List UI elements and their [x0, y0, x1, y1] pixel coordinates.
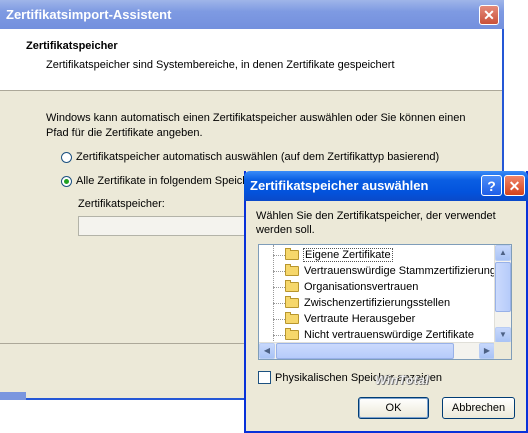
tree-item[interactable]: Organisationsvertrauen: [259, 279, 497, 295]
scroll-up-icon[interactable]: ▲: [495, 245, 511, 261]
close-icon: ✕: [508, 178, 521, 194]
tree-item-label: Organisationsvertrauen: [304, 281, 419, 293]
wizard-title: Zertifikatsimport-Assistent: [6, 7, 172, 22]
folder-icon: [285, 248, 299, 260]
tree-item-label: Vertraute Herausgeber: [304, 313, 416, 325]
radio-auto-select[interactable]: Zertifikatspeicher automatisch auswählen…: [61, 149, 439, 165]
scroll-thumb-horizontal[interactable]: [276, 343, 454, 359]
scroll-left-icon[interactable]: ◀: [259, 343, 275, 359]
store-label: Zertifikatspeicher:: [78, 198, 165, 210]
folder-icon: [285, 312, 299, 324]
wizard-header: Zertifikatspeicher Zertifikatspeicher si…: [0, 29, 502, 91]
store-select-dialog: Zertifikatspeicher auswählen ? ✕ Wählen …: [244, 171, 528, 433]
tree-item[interactable]: Vertrauenswürdige Stammzertifizierungss: [259, 263, 507, 279]
scroll-thumb[interactable]: [495, 262, 511, 312]
radio-button[interactable]: [61, 151, 72, 163]
tree-connector: [273, 335, 285, 336]
scroll-right-icon[interactable]: ▶: [479, 343, 495, 359]
dialog-close-button[interactable]: ✕: [504, 175, 525, 196]
help-icon: ?: [487, 178, 496, 194]
dialog-title-bar[interactable]: Zertifikatspeicher auswählen ? ✕: [244, 171, 528, 201]
window-edge: [0, 392, 26, 400]
tree-item[interactable]: Vertraute Herausgeber: [259, 311, 497, 327]
ok-button[interactable]: OK: [358, 397, 429, 419]
show-physical-checkbox[interactable]: [258, 371, 271, 384]
wizard-close-button[interactable]: ✕: [479, 5, 499, 25]
page-title: Zertifikatspeicher: [26, 40, 118, 52]
tree-item[interactable]: Eigene Zertifikate: [259, 247, 497, 263]
watermark: WinTotal: [375, 373, 430, 387]
close-icon: ✕: [483, 7, 495, 23]
help-button[interactable]: ?: [481, 175, 502, 196]
tree-connector: [273, 319, 285, 320]
store-tree[interactable]: Eigene Zertifikate Vertrauenswürdige Stam…: [258, 244, 512, 360]
horizontal-scrollbar[interactable]: ◀ ▶: [259, 342, 495, 359]
tree-item-label: Nicht vertrauenswürdige Zertifikate: [304, 329, 474, 341]
wizard-title-bar[interactable]: Zertifikatsimport-Assistent ✕: [0, 0, 504, 29]
tree-item[interactable]: Zwischenzertifizierungsstellen: [259, 295, 497, 311]
tree-item-label: Eigene Zertifikate: [303, 248, 393, 262]
tree-connector: [273, 303, 285, 304]
folder-icon: [285, 280, 299, 292]
radio-auto-label: Zertifikatspeicher automatisch auswählen…: [76, 151, 440, 163]
dialog-title: Zertifikatspeicher auswählen: [250, 178, 429, 193]
folder-icon: [285, 264, 299, 276]
dialog-instruction: Wählen Sie den Zertifikatspeicher, der v…: [256, 210, 496, 236]
tree-connector: [273, 271, 285, 272]
cancel-button[interactable]: Abbrechen: [442, 397, 515, 419]
radio-button-checked[interactable]: [61, 175, 72, 187]
folder-icon: [285, 328, 299, 340]
tree-item-label: Vertrauenswürdige Stammzertifizierungss: [304, 265, 507, 277]
page-subtitle: Zertifikatspeicher sind Systembereiche, …: [46, 59, 395, 71]
intro-text: Windows kann automatisch einen Zertifika…: [46, 112, 466, 139]
tree-connector: [273, 255, 285, 256]
tree-connector: [273, 287, 285, 288]
scroll-down-icon[interactable]: ▼: [495, 327, 511, 343]
scroll-corner: [494, 342, 511, 359]
store-input: [78, 216, 248, 236]
vertical-scrollbar[interactable]: ▲ ▼: [494, 245, 511, 343]
folder-icon: [285, 296, 299, 308]
tree-item-label: Zwischenzertifizierungsstellen: [304, 297, 451, 309]
tree-item[interactable]: Nicht vertrauenswürdige Zertifikate: [259, 327, 497, 343]
